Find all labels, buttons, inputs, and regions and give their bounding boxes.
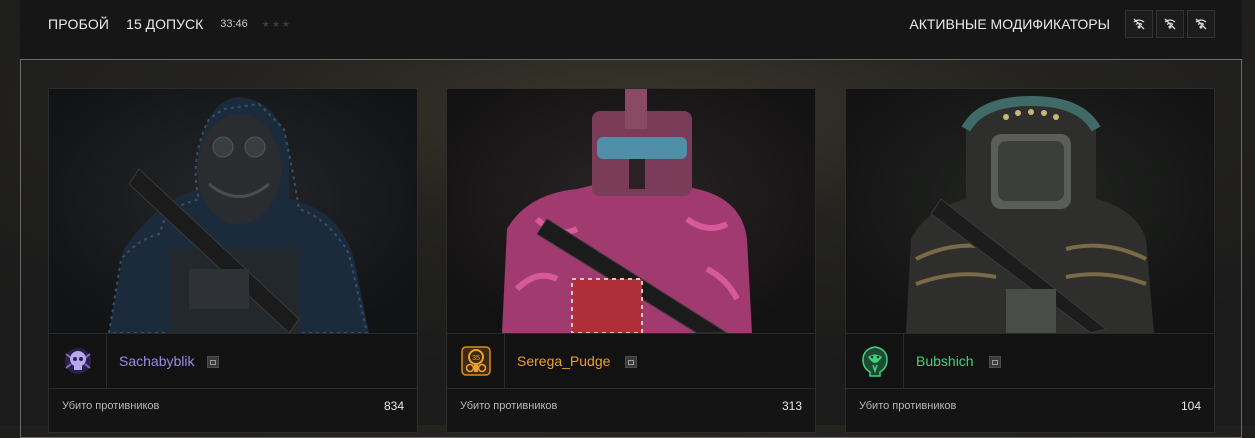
character-portrait — [447, 89, 815, 333]
kills-value: 834 — [383, 399, 404, 413]
kills-label: Убито противников — [62, 400, 160, 412]
mission-rating: ★ ★ ★ — [262, 19, 292, 30]
orange-gasmask-emblem-icon: 35 — [447, 334, 505, 388]
modifier-1[interactable] — [1125, 10, 1153, 38]
kills-label: Убито противников — [460, 400, 558, 412]
player-card[interactable]: Bubshich Убито противников 104 — [845, 88, 1215, 433]
copy-icon[interactable] — [207, 356, 219, 368]
player-card[interactable]: Sachabyblik Убито противников 834 — [48, 88, 418, 433]
active-modifiers: АКТИВНЫЕ МОДИФИКАТОРЫ — [909, 10, 1215, 38]
player-name[interactable]: Serega_Pudge — [517, 353, 610, 369]
copy-icon[interactable] — [625, 356, 637, 368]
player-card[interactable]: 35 Serega_Pudge Убито противников 313 — [446, 88, 816, 433]
player-name-row: Bubshich — [846, 333, 1214, 389]
player-name[interactable]: Sachabyblik — [119, 353, 195, 369]
copy-icon[interactable] — [989, 356, 1001, 368]
kills-label: Убито противников — [859, 400, 957, 412]
no-signal-icon — [1164, 18, 1176, 30]
purple-skull-emblem-icon — [49, 334, 107, 388]
no-signal-icon — [1133, 18, 1145, 30]
player-name[interactable]: Bubshich — [916, 353, 974, 369]
star-icon: ★ — [261, 18, 270, 29]
mission-header: ПРОБОЙ 15 ДОПУСК 33:46 ★ ★ ★ АКТИВНЫЕ МО… — [20, 0, 1242, 60]
player-name-row: 35 Serega_Pudge — [447, 333, 815, 389]
green-cobra-emblem-icon — [846, 334, 904, 388]
modifiers-label: АКТИВНЫЕ МОДИФИКАТОРЫ — [909, 16, 1110, 32]
character-portrait — [846, 89, 1214, 333]
star-icon: ★ — [271, 18, 280, 29]
star-icon: ★ — [281, 18, 290, 29]
clearance-level: 15 ДОПУСК — [126, 16, 204, 32]
no-signal-icon — [1195, 18, 1207, 30]
modifier-3[interactable] — [1187, 10, 1215, 38]
mission-mode: ПРОБОЙ — [48, 16, 110, 32]
mission-info: ПРОБОЙ 15 ДОПУСК 33:46 ★ ★ ★ — [48, 16, 292, 32]
player-name-row: Sachabyblik — [49, 333, 417, 389]
kills-value: 313 — [781, 399, 802, 413]
modifier-2[interactable] — [1156, 10, 1184, 38]
kills-value: 104 — [1180, 399, 1201, 413]
character-portrait — [49, 89, 417, 333]
svg-text:35: 35 — [472, 355, 480, 362]
mission-time: 33:46 — [220, 18, 248, 30]
